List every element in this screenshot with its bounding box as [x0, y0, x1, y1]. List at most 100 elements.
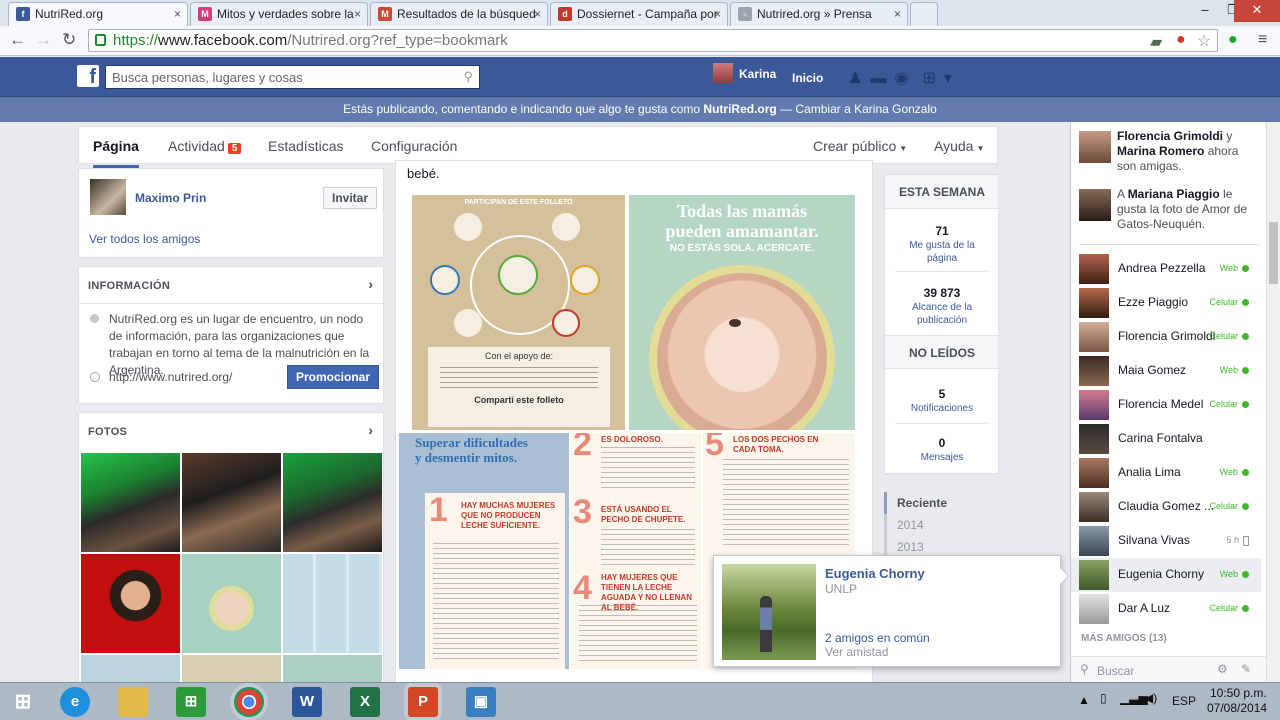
browser-tab-dossiernet[interactable]: d Dossiernet - Campaña por ×	[550, 2, 728, 26]
ticker-story[interactable]: A Mariana Piaggio le gusta la foto de Am…	[1079, 187, 1259, 232]
photo-thumbnail[interactable]	[81, 554, 180, 653]
chat-friend-row[interactable]: Maia Gomez Web	[1071, 354, 1261, 388]
photo-thumbnail[interactable]	[81, 453, 180, 552]
ticker-resize-handle[interactable]	[1079, 244, 1259, 245]
scrollbar-thumb[interactable]	[1269, 222, 1278, 284]
help-menu[interactable]: Ayuda ▼	[934, 138, 984, 154]
home-link[interactable]: Inicio	[792, 71, 823, 85]
clock-time[interactable]: 10:50 p.m.	[1210, 686, 1267, 700]
photo-thumbnail[interactable]	[182, 453, 281, 552]
chat-friend-row[interactable]: Analia Lima Web	[1071, 456, 1261, 490]
flyer-panel-participants[interactable]: PARTICIPAN DE ESTE FOLLETO Con el apoyo …	[412, 195, 625, 430]
chat-friend-row[interactable]: Eugenia Chorny Web	[1071, 558, 1261, 592]
chevron-right-icon[interactable]: ›	[368, 276, 373, 292]
mutual-friends-link[interactable]: 2 amigos en común	[825, 631, 930, 645]
back-arrow-icon[interactable]: ←	[9, 30, 26, 50]
see-friendship-link[interactable]: Ver amistad	[825, 645, 888, 659]
flyer-panel-myths-1[interactable]: Superar dificultades y desmentir mitos. …	[399, 433, 569, 669]
tab-actividad[interactable]: Actividad 5	[168, 138, 242, 154]
chat-friend-row[interactable]: Claudia Gomez ... Celular	[1071, 490, 1261, 524]
page-likes-label[interactable]: Me gusta de la página	[895, 239, 989, 265]
chat-friend-row[interactable]: Carina Fontalva	[1071, 422, 1261, 456]
chrome-icon[interactable]	[234, 687, 264, 717]
powerpoint-icon[interactable]: P	[408, 687, 438, 717]
chat-friend-row[interactable]: Florencia Grimoldi Celular	[1071, 320, 1261, 354]
tab-close-icon[interactable]: ×	[174, 7, 181, 21]
tab-pagina[interactable]: Página	[93, 138, 139, 168]
store-icon[interactable]: ⊞	[176, 687, 206, 717]
tab-close-icon[interactable]: ×	[354, 7, 361, 21]
input-language[interactable]: ESP	[1172, 694, 1196, 708]
browser-tab-prensa[interactable]: ▫ Nutrired.org » Prensa ×	[730, 2, 908, 26]
chat-search-input[interactable]: ⚲ Buscar ⚙ ✎	[1070, 656, 1266, 682]
photo-thumbnail[interactable]	[182, 554, 281, 653]
website-link[interactable]: http://www.nutrired.org/	[109, 370, 232, 384]
hangouts-icon[interactable]: ●	[1228, 31, 1238, 49]
address-bar[interactable]: https://www.facebook.com/Nutrired.org?re…	[88, 29, 1218, 52]
promote-button[interactable]: Promocionar	[287, 365, 380, 389]
notifications-label[interactable]: Notificaciones	[895, 402, 989, 415]
facebook-logo-icon[interactable]: f	[77, 65, 99, 87]
friend-requests-icon[interactable]: ♟	[848, 70, 870, 87]
search-input[interactable]: Busca personas, lugares y cosas ⚲	[105, 65, 480, 89]
see-all-friends-link[interactable]: Ver todos los amigos	[89, 232, 200, 246]
extension-chat-icon[interactable]: ●	[1176, 31, 1186, 49]
tab-close-icon[interactable]: ×	[894, 7, 901, 21]
battery-icon[interactable]: ▯	[1100, 691, 1107, 705]
photo-thumbnail[interactable]	[283, 453, 382, 552]
tab-estadisticas[interactable]: Estadísticas	[268, 138, 343, 154]
windows-start-icon[interactable]: ⊞	[8, 687, 38, 717]
chevron-right-icon[interactable]: ›	[368, 422, 373, 438]
friend-avatar[interactable]	[90, 179, 126, 215]
feedback-icon[interactable]: ▰	[1150, 32, 1162, 52]
browser-tab-nutrired[interactable]: f NutriRed.org ×	[8, 2, 188, 26]
chat-friend-row[interactable]: Florencia Medel Celular	[1071, 388, 1261, 422]
word-icon[interactable]: W	[292, 687, 322, 717]
year-recent[interactable]: Reciente	[884, 492, 1004, 514]
chat-friend-row[interactable]: Dar A Luz Celular	[1071, 592, 1261, 626]
tray-expand-icon[interactable]: ▲	[1078, 693, 1090, 707]
profile-link[interactable]: Karina	[713, 63, 776, 83]
minimize-icon[interactable]: –	[1190, 0, 1220, 22]
flyer-panel-headline[interactable]: Todas las mamás pueden amamantar. NO EST…	[629, 195, 855, 430]
browser-tab-mitos[interactable]: M Mitos y verdades sobre la ×	[190, 2, 368, 26]
create-audience-menu[interactable]: Crear público ▼	[813, 138, 907, 154]
chat-settings-gear-icon[interactable]: ⚙	[1217, 662, 1228, 676]
bookmark-star-icon[interactable]: ☆	[1197, 31, 1211, 51]
photo-thumbnail[interactable]	[283, 554, 382, 653]
reload-icon[interactable]: ↻	[62, 30, 76, 50]
page-scrollbar[interactable]	[1266, 122, 1280, 682]
forward-arrow-icon[interactable]: →	[35, 30, 52, 50]
volume-icon[interactable]: ◀)	[1144, 691, 1157, 705]
file-explorer-icon[interactable]	[118, 687, 148, 717]
settings-chevron-down-icon[interactable]: ▾	[944, 70, 960, 87]
ticker-story[interactable]: Florencia Grimoldi y Marina Romero ahora…	[1079, 129, 1259, 174]
window-close-icon[interactable]: ✕	[1234, 0, 1280, 22]
messages-icon[interactable]: ▬	[870, 70, 894, 87]
clock-date[interactable]: 07/08/2014	[1207, 701, 1267, 715]
chat-friend-row[interactable]: Andrea Pezzella Web	[1071, 252, 1261, 286]
invite-button[interactable]: Invitar	[323, 187, 378, 209]
chat-friend-row[interactable]: Ezze Piaggio Celular	[1071, 286, 1261, 320]
search-icon[interactable]: ⚲	[463, 69, 473, 85]
tab-close-icon[interactable]: ×	[534, 7, 541, 21]
privacy-lock-icon[interactable]: ⊞	[922, 70, 943, 87]
friend-name-link[interactable]: Maximo Prin	[135, 191, 206, 205]
excel-icon[interactable]: X	[350, 687, 380, 717]
chat-friend-row[interactable]: Silvana Vivas 5 h	[1071, 524, 1261, 558]
chat-compose-icon[interactable]: ✎	[1241, 662, 1251, 676]
menu-icon[interactable]: ≡	[1258, 31, 1267, 49]
photo-thumbnail[interactable]	[81, 655, 180, 682]
year-2014[interactable]: 2014	[884, 514, 1004, 536]
tab-configuracion[interactable]: Configuración	[371, 138, 457, 154]
notifications-globe-icon[interactable]: ◉	[894, 70, 916, 87]
flyer-panel-myths-2[interactable]: 2 ES DOLOROSO. 3 ESTÁ USANDO EL PECHO DE…	[571, 433, 701, 669]
new-tab-button[interactable]	[910, 2, 938, 26]
hovercard-name[interactable]: Eugenia Chorny	[825, 566, 925, 581]
tab-close-icon[interactable]: ×	[714, 7, 721, 21]
internet-explorer-icon[interactable]: e	[60, 687, 90, 717]
photo-thumbnail[interactable]	[182, 655, 281, 682]
switch-identity-link[interactable]: — Cambiar a Karina Gonzalo	[777, 102, 937, 116]
photo-thumbnail[interactable]	[283, 655, 382, 682]
post-reach-label[interactable]: Alcance de la publicación	[895, 301, 989, 327]
